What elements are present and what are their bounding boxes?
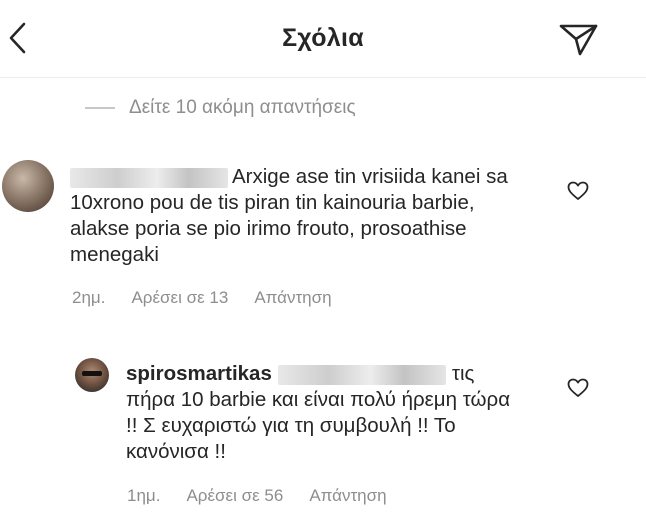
blurred-mention [277, 364, 446, 385]
more-replies-line [85, 107, 115, 109]
reply-button[interactable]: Απάντηση [254, 288, 331, 308]
more-replies-label: Δείτε 10 ακόμη απαντήσεις [129, 97, 356, 118]
reply-time: 1ημ. [127, 486, 161, 505]
view-more-replies[interactable]: Δείτε 10 ακόμη απαντήσεις [85, 97, 356, 119]
comment-text: Arxige ase tin vrisiida kanei sa 10xrono… [70, 164, 510, 268]
comment-time: 2ημ. [72, 288, 106, 307]
heart-icon[interactable] [567, 181, 589, 201]
page-title: Σχόλια [282, 24, 364, 52]
comment-meta: 2ημ. Αρέσει σε 13 Απάντηση [72, 288, 358, 308]
reply-button[interactable]: Απάντηση [309, 486, 386, 506]
reply-text: spirosmartikas τις πήρα 10 barbie και είν… [126, 361, 526, 465]
avatar-glasses [82, 371, 102, 376]
header: Σχόλια [0, 0, 646, 78]
paper-plane-icon[interactable] [558, 20, 600, 58]
blurred-username [70, 167, 228, 188]
like-count[interactable]: Αρέσει σε 13 [131, 288, 228, 308]
avatar[interactable] [2, 160, 54, 212]
reply-username[interactable]: spirosmartikas [126, 362, 272, 385]
like-count[interactable]: Αρέσει σε 56 [186, 486, 283, 506]
avatar[interactable] [75, 358, 109, 392]
heart-icon[interactable] [567, 378, 589, 398]
reply-meta: 1ημ. Αρέσει σε 56 Απάντηση [127, 486, 413, 506]
